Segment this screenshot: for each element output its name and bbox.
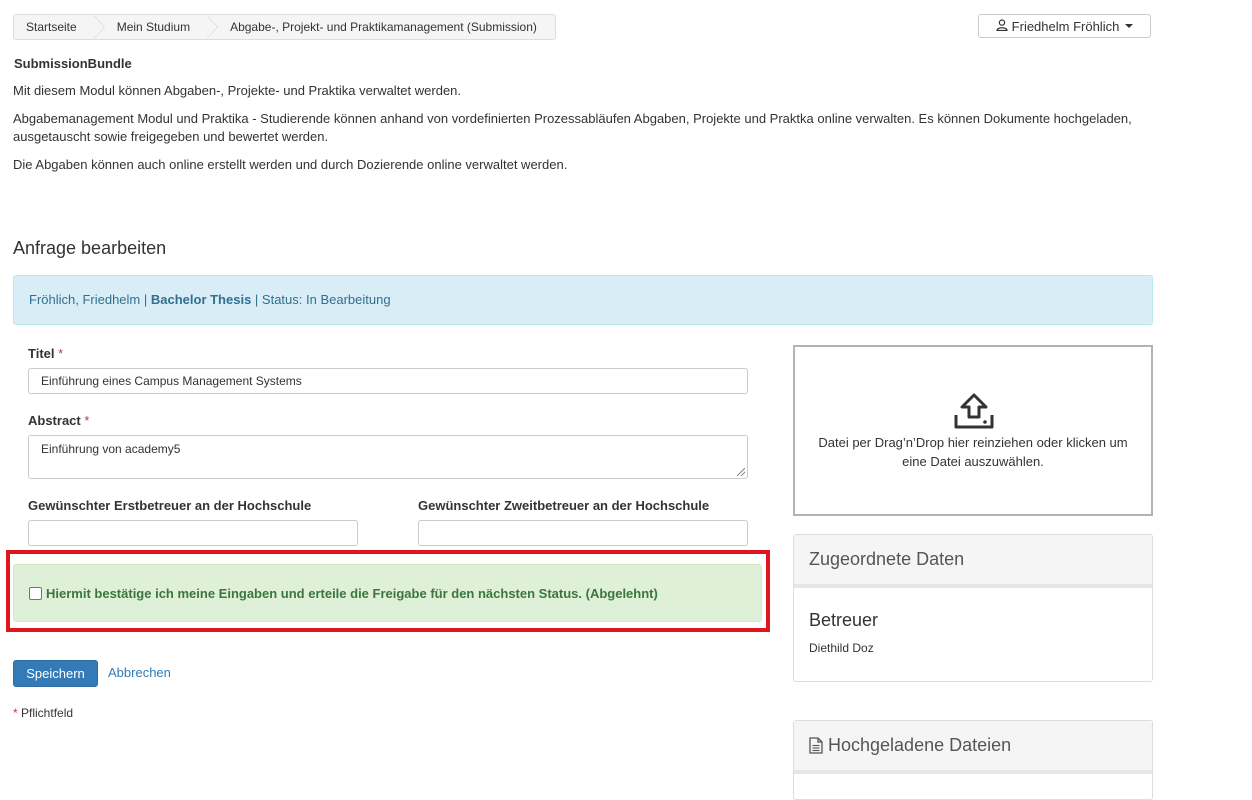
- advisor1-label: Gewünschter Erstbetreuer an der Hochschu…: [28, 498, 312, 513]
- resize-handle[interactable]: [737, 468, 745, 476]
- highlight-frame: [6, 550, 770, 632]
- user-icon: [996, 18, 1008, 34]
- cancel-link[interactable]: Abbrechen: [108, 665, 171, 680]
- required-mark: *: [84, 413, 90, 428]
- assigned-data-panel: Zugeordnete Daten Betreuer Diethild Doz: [793, 534, 1153, 682]
- uploaded-files-panel: Hochgeladene Dateien: [793, 720, 1153, 800]
- dropzone-text: Datei per Drag’n’Drop hier reinziehen od…: [818, 435, 1128, 469]
- required-mark: *: [58, 346, 64, 361]
- abstract-label: Abstract *: [28, 413, 90, 428]
- user-name: Friedhelm Fröhlich: [1011, 18, 1120, 34]
- breadcrumb: Startseite Mein Studium Abgabe-, Projekt…: [13, 14, 556, 40]
- breadcrumb-item-submission[interactable]: Abgabe-, Projekt- und Praktikamanagement…: [206, 15, 555, 39]
- info-separator: |: [251, 292, 262, 307]
- abstract-textarea[interactable]: Einführung von academy5: [28, 435, 748, 479]
- user-menu-button[interactable]: Friedhelm Fröhlich: [978, 14, 1151, 38]
- student-name: Fröhlich, Friedhelm: [29, 292, 141, 307]
- file-dropzone[interactable]: Datei per Drag’n’Drop hier reinziehen od…: [793, 345, 1153, 516]
- advisor-name: Diethild Doz: [809, 641, 874, 655]
- required-footnote: * Pflichtfeld: [13, 706, 74, 720]
- save-button[interactable]: Speichern: [13, 660, 98, 687]
- advisor2-input[interactable]: [418, 520, 748, 546]
- breadcrumb-item-mein-studium[interactable]: Mein Studium: [92, 15, 219, 39]
- request-info-box: Fröhlich, Friedhelm | Bachelor Thesis | …: [13, 275, 1153, 325]
- required-mark: *: [13, 706, 18, 720]
- module-title: SubmissionBundle: [14, 56, 132, 71]
- chevron-down-icon: [1125, 24, 1134, 28]
- module-description-1: Mit diesem Modul können Abgaben-, Projek…: [13, 83, 462, 98]
- title-input[interactable]: Einführung eines Campus Management Syste…: [28, 368, 748, 394]
- advisor-heading: Betreuer: [809, 610, 879, 630]
- file-icon: [809, 737, 823, 754]
- panel-heading: Zugeordnete Daten: [794, 535, 1152, 588]
- title-label: Titel *: [28, 346, 64, 361]
- breadcrumb-item-startseite[interactable]: Startseite: [14, 15, 105, 39]
- advisor2-label: Gewünschter Zweitbetreuer an der Hochsch…: [418, 498, 710, 513]
- status-text: Status: In Bearbeitung: [261, 292, 391, 307]
- info-separator: |: [140, 292, 151, 307]
- module-description-2: Abgabemanagement Modul und Praktika - St…: [13, 111, 1132, 144]
- module-description-3: Die Abgaben können auch online erstellt …: [13, 157, 568, 172]
- panel-heading: Hochgeladene Dateien: [794, 721, 1152, 774]
- thesis-type: Bachelor Thesis: [150, 292, 252, 307]
- page-title: Anfrage bearbeiten: [13, 238, 167, 258]
- advisor1-input[interactable]: [28, 520, 358, 546]
